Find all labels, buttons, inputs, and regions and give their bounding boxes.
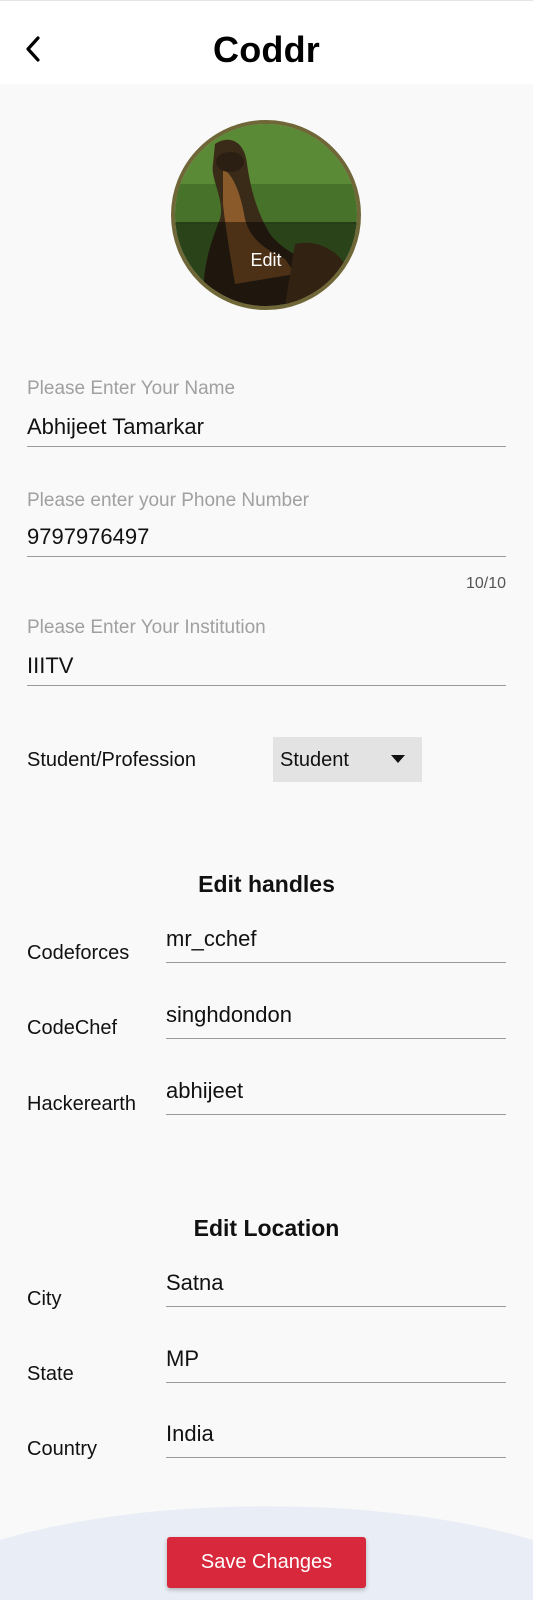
codeforces-input[interactable] <box>166 926 506 963</box>
institution-field: Please Enter Your Institution <box>27 617 506 686</box>
hackerearth-label: Hackerearth <box>27 1093 136 1115</box>
hackerearth-input[interactable] <box>166 1078 506 1115</box>
app-title: Coddr <box>213 29 320 70</box>
city-label: City <box>27 1288 62 1310</box>
institution-label: Please Enter Your Institution <box>27 617 266 638</box>
avatar-edit-label: Edit <box>250 250 282 270</box>
edit-location-title: Edit Location <box>193 1215 340 1241</box>
profile-avatar[interactable]: Edit <box>171 120 361 310</box>
country-label: Country <box>27 1438 98 1460</box>
phone-input[interactable] <box>27 524 506 557</box>
institution-input[interactable] <box>27 653 506 686</box>
country-input[interactable] <box>166 1421 506 1458</box>
profession-selected-value: Student <box>280 749 349 771</box>
state-label: State <box>27 1363 74 1385</box>
profession-label: Student/Profession <box>27 749 196 771</box>
name-input[interactable] <box>27 414 506 447</box>
phone-character-counter: 10/10 <box>465 575 506 592</box>
avatar-edit-overlay[interactable]: Edit <box>175 222 357 306</box>
profession-dropdown[interactable]: Student <box>273 737 422 782</box>
codechef-input[interactable] <box>166 1002 506 1039</box>
dropdown-arrow-icon <box>391 755 405 763</box>
name-field: Please Enter Your Name <box>27 378 506 447</box>
save-changes-button[interactable]: Save Changes <box>167 1537 366 1588</box>
phone-field: Please enter your Phone Number <box>27 490 506 557</box>
phone-label: Please enter your Phone Number <box>27 490 309 511</box>
state-input[interactable] <box>166 1346 506 1383</box>
edit-handles-title: Edit handles <box>198 871 335 897</box>
name-label: Please Enter Your Name <box>27 378 236 399</box>
codechef-label: CodeChef <box>27 1017 118 1039</box>
app-bar: Coddr <box>0 0 533 84</box>
city-input[interactable] <box>166 1270 506 1307</box>
codeforces-label: Codeforces <box>27 942 130 964</box>
